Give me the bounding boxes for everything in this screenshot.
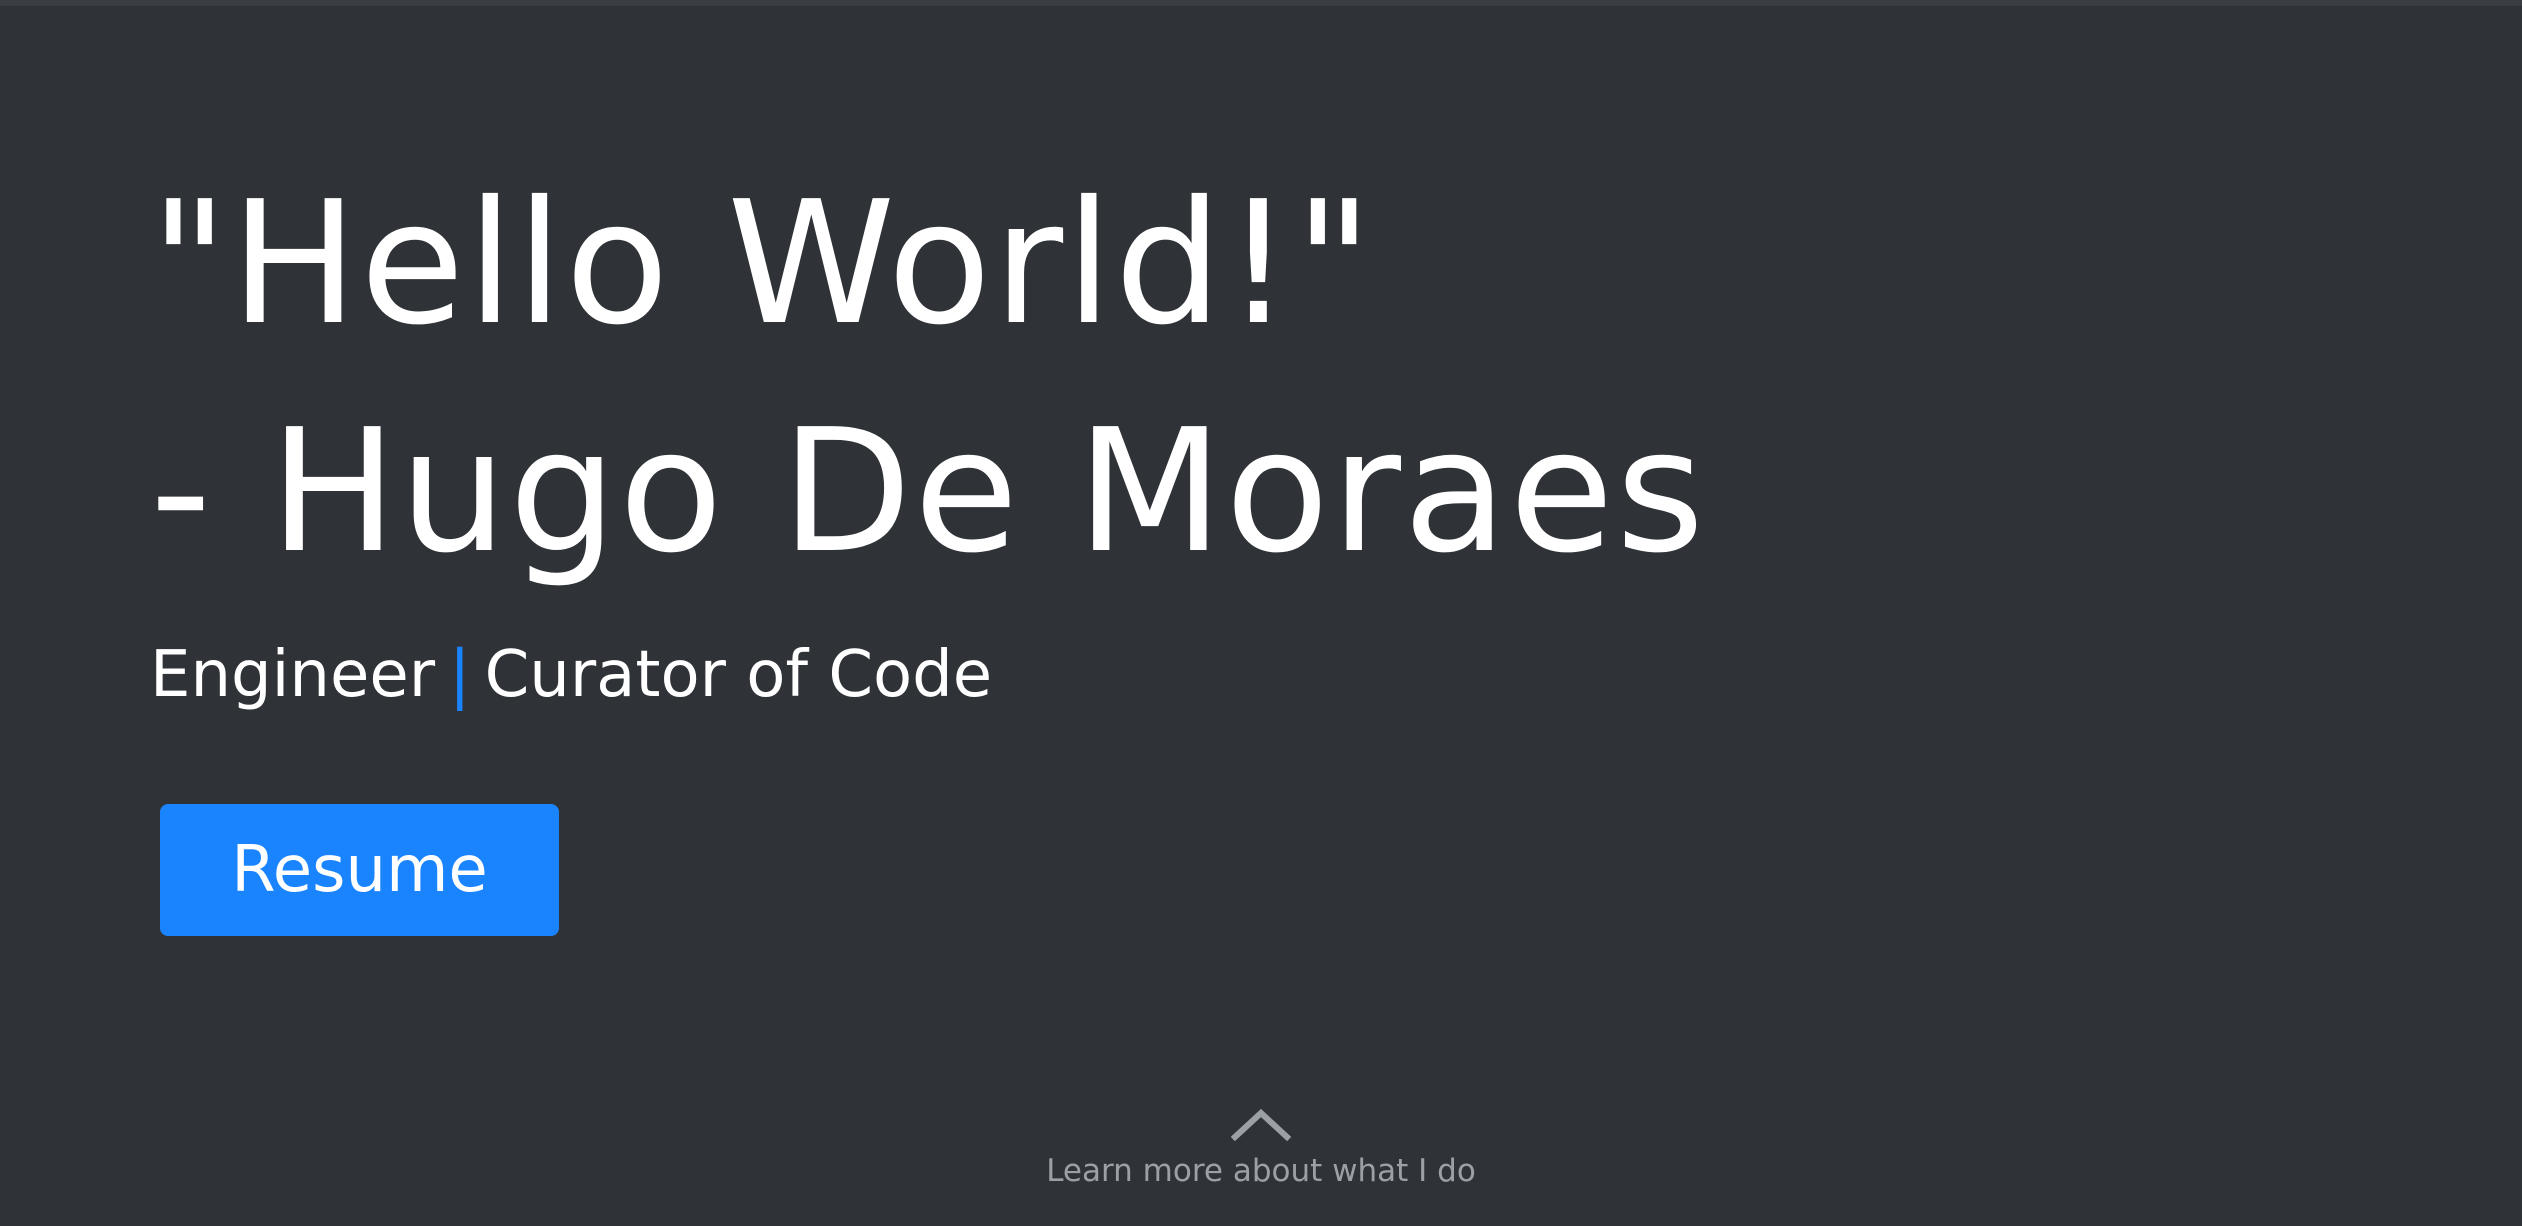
- resume-button[interactable]: Resume: [160, 804, 559, 936]
- headline-author: - Hugo De Moraes: [150, 393, 1707, 591]
- hero-section: "Hello World!" - Hugo De Moraes Engineer…: [150, 150, 2350, 720]
- subtitle-role-curator: Curator of Code: [484, 638, 993, 712]
- top-strip: [0, 0, 2522, 6]
- hero-headline: "Hello World!" - Hugo De Moraes: [150, 150, 2350, 606]
- subtitle-separator: |: [449, 638, 471, 712]
- chevron-up-icon: [1231, 1108, 1291, 1141]
- learn-more-link[interactable]: Learn more about what I do: [0, 1105, 2522, 1191]
- subtitle-role-engineer: Engineer: [150, 638, 436, 712]
- headline-quote: "Hello World!": [150, 165, 1375, 363]
- hero-subtitle: Engineer | Curator of Code: [150, 630, 2350, 720]
- learn-more-label: Learn more about what I do: [1046, 1153, 1476, 1189]
